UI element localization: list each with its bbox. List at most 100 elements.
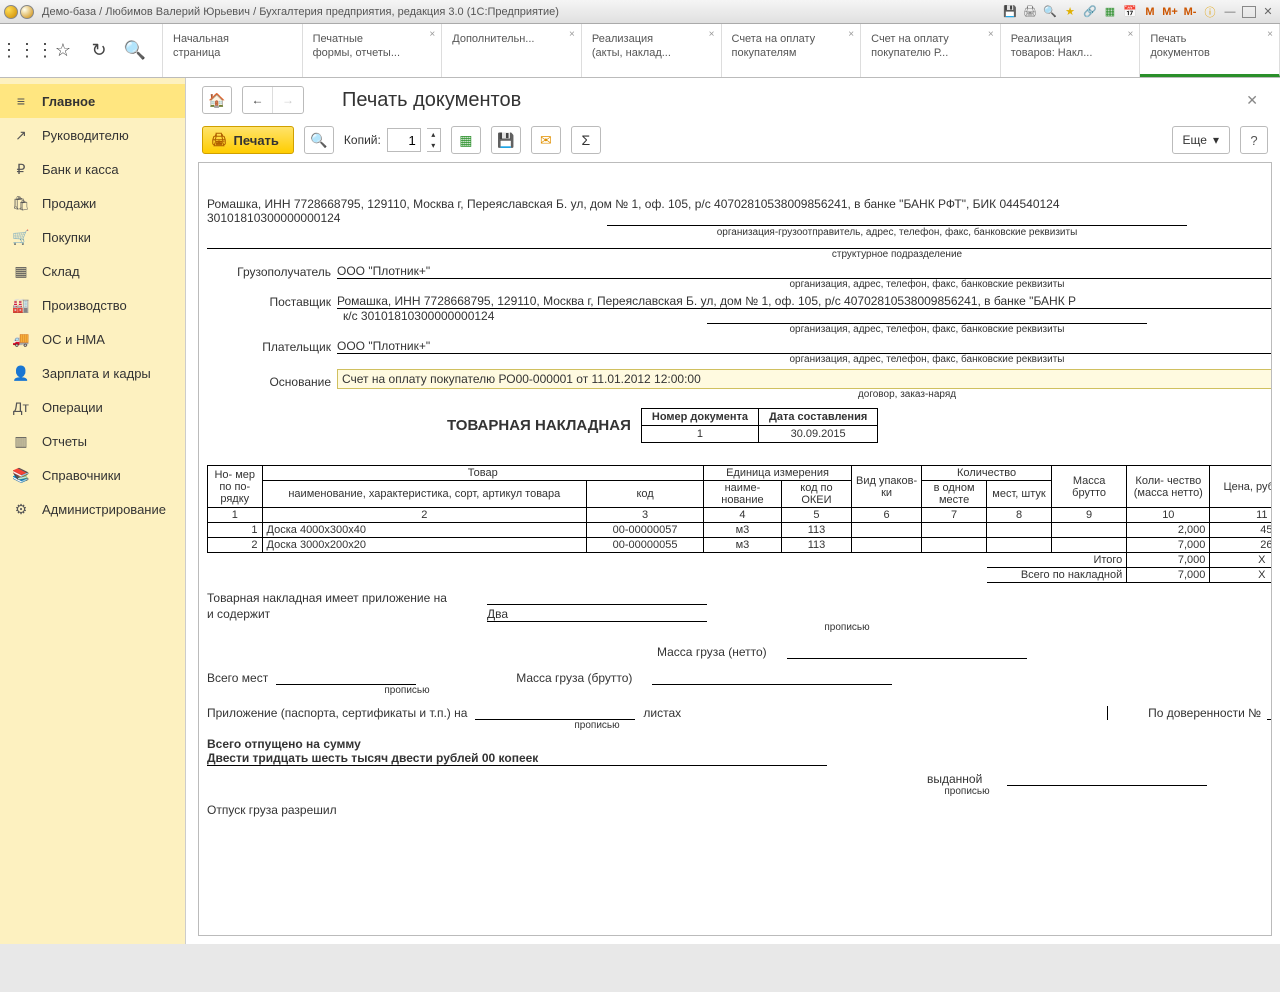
tab-bar: ⋮⋮⋮ ☆ ↻ 🔍 Начальнаястраница×Печатныеформ… [0,24,1280,78]
favorite-icon[interactable]: ★ [1062,4,1078,20]
tab[interactable]: Начальнаястраница [163,24,303,77]
tab-close-icon[interactable]: × [429,28,435,42]
table-row: 2Доска 3000х200х2000-00000055м31137,0002… [208,538,1273,553]
sidebar-icon: 🚚 [12,330,30,348]
close-page-button[interactable]: ✕ [1246,92,1258,109]
printer-icon: 🖨 [211,132,228,148]
close-window-icon[interactable]: ✕ [1260,4,1276,20]
sidebar-item[interactable]: ↗Руководителю [0,118,185,152]
tab-close-icon[interactable]: × [1267,28,1273,42]
goods-table: Но- мер по по- рядку Товар Единица измер… [207,465,1272,583]
dropdown-icon[interactable] [20,5,34,19]
sum-words: Двести тридцать шесть тысяч двести рубле… [207,751,827,766]
propis-1: прописью [747,622,947,633]
sidebar-item[interactable]: 📚Справочники [0,458,185,492]
sub-payer: организация, адрес, телефон, факс, банко… [707,354,1147,365]
forward-button[interactable]: → [273,87,303,113]
sidebar-item[interactable]: 👤Зарплата и кадры [0,356,185,390]
calc-icon[interactable]: ▦ [1102,4,1118,20]
payer-label: Плательщик [207,340,337,354]
print-icon[interactable]: 🖨 [1022,4,1038,20]
history-icon[interactable]: ↻ [88,40,110,62]
sidebar-item[interactable]: ДтОперации [0,390,185,424]
tab-close-icon[interactable]: × [848,28,854,42]
back-button[interactable]: ← [243,87,273,113]
table-button[interactable]: ▦ [451,126,481,154]
print-label: Печать [234,133,279,148]
info-icon[interactable]: ⓘ [1202,4,1218,20]
copies-input[interactable] [387,128,421,152]
sidebar-item[interactable]: 🚚ОС и НМА [0,322,185,356]
sidebar-icon: ₽ [12,160,30,178]
pril-label: Приложение (паспорта, сертификаты и т.п.… [207,706,467,720]
app-icon [4,5,18,19]
attach-2: и содержит [207,607,487,622]
restore-icon[interactable] [1242,6,1256,18]
sidebar-item[interactable]: ▥Отчеты [0,424,185,458]
basis-label: Основание [207,375,337,389]
sidebar-item[interactable]: 🛒Покупки [0,220,185,254]
sum-button[interactable]: Σ [571,126,601,154]
print-button[interactable]: 🖨 Печать [202,126,294,154]
sidebar-item[interactable]: 🛍Продажи [0,186,185,220]
sub-consignee: организация, адрес, телефон, факс, банко… [707,279,1147,290]
sidebar-item[interactable]: ≡Главное [0,84,185,118]
star-icon[interactable]: ☆ [52,40,74,62]
search-icon[interactable]: 🔍 [124,40,146,62]
sidebar-item[interactable]: 🏭Производство [0,288,185,322]
doc-number-table: Номер документаДата составления 130.09.2… [641,408,878,443]
preview-icon[interactable]: 🔍 [1042,4,1058,20]
sum-label: Всего отпущено на сумму [207,737,1272,751]
vsego-mest: Всего мест [207,671,268,685]
help-button[interactable]: ? [1240,126,1268,154]
document-view[interactable]: Ул Ромашка, ИНН 7728668795, 129110, Моск… [198,162,1272,936]
calendar-icon[interactable]: 📅 [1122,4,1138,20]
save-icon[interactable]: 💾 [1002,4,1018,20]
apps-grid-icon[interactable]: ⋮⋮⋮ [16,40,38,62]
m-minus-icon[interactable]: M- [1182,4,1198,20]
link-icon[interactable]: 🔗 [1082,4,1098,20]
content-area: 🏠 ← → Печать документов ✕ 🖨 Печать 🔍 Коп… [186,78,1280,944]
tab[interactable]: ×Печатныеформы, отчеты... [303,24,443,77]
tab[interactable]: ×Реализациятоваров: Накл... [1001,24,1141,77]
more-button[interactable]: Еще▾ [1172,126,1230,154]
tab[interactable]: ×Счет на оплатупокупателю Р... [861,24,1001,77]
tab[interactable]: ×Счета на оплатупокупателям [722,24,862,77]
home-button[interactable]: 🏠 [202,86,232,114]
titlebar: Демо-база / Любимов Валерий Юрьевич / Бу… [0,0,1280,24]
basis-value[interactable]: Счет на оплату покупателю РО00-000001 от… [337,369,1272,389]
tab[interactable]: ×Реализация(акты, наклад... [582,24,722,77]
table-row: 1Доска 4000х300х4000-00000057м31132,0004… [208,523,1273,538]
nav-buttons: ← → [242,86,304,114]
spin-down[interactable]: ▾ [427,140,440,151]
listah: листах [643,706,681,720]
tab-close-icon[interactable]: × [709,28,715,42]
sidebar-icon: ▦ [12,262,30,280]
preview-button[interactable]: 🔍 [304,126,334,154]
minimize-icon[interactable]: — [1222,4,1238,20]
tab-close-icon[interactable]: × [1128,28,1134,42]
m-icon[interactable]: M [1142,4,1158,20]
tab[interactable]: ×Дополнительн... [442,24,582,77]
supplier-value: Ромашка, ИНН 7728668795, 129110, Москва … [337,294,1272,309]
tab-close-icon[interactable]: × [988,28,994,42]
consignee-label: Грузополучатель [207,265,337,279]
sidebar-item[interactable]: ⚙Администрирование [0,492,185,526]
supplier-label: Поставщик [207,295,337,309]
sidebar-item[interactable]: ₽Банк и касса [0,152,185,186]
sidebar-item[interactable]: ▦Склад [0,254,185,288]
sub-supplier: организация, адрес, телефон, факс, банко… [707,323,1147,335]
supplier-ks: к/с 30101810300000000124 [343,309,1272,323]
email-button[interactable]: ✉ [531,126,561,154]
copies-control: Копий: ▴▾ [344,128,441,152]
taskbar [0,944,1280,990]
dov-label: По доверенности № [1148,706,1261,720]
consignee-value: ООО "Плотник+" [337,264,1272,279]
tab-close-icon[interactable]: × [569,28,575,42]
org-ks: 30101810300000000124 [207,211,1272,225]
tab[interactable]: ×Печатьдокументов [1140,24,1280,77]
attach-2r: порядковых номеров [747,589,1272,622]
save-doc-button[interactable]: 💾 [491,126,521,154]
m-plus-icon[interactable]: M+ [1162,4,1178,20]
spin-up[interactable]: ▴ [427,129,440,140]
